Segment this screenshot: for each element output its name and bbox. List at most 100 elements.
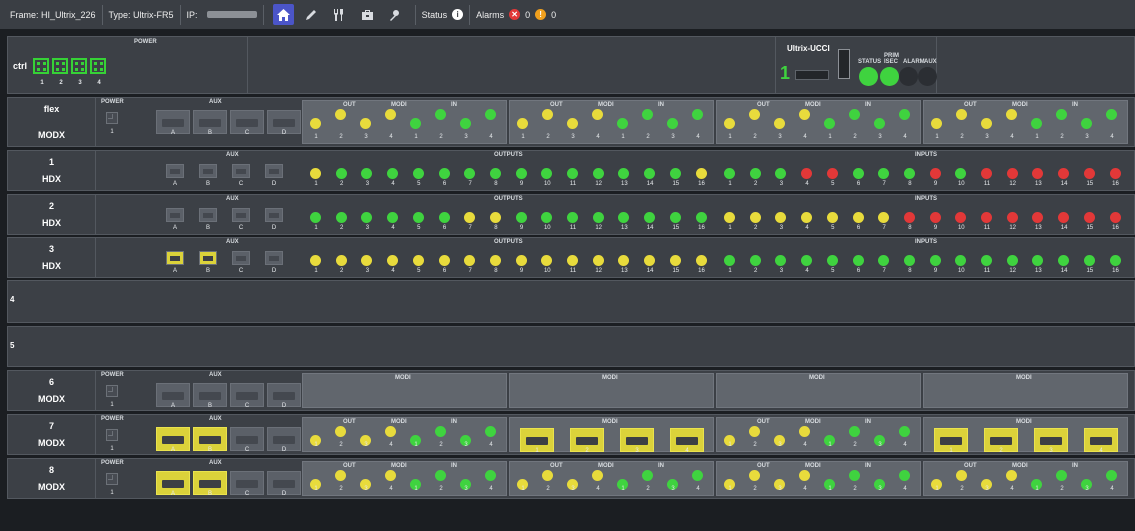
signal-led[interactable]	[1106, 470, 1117, 481]
module-group-4[interactable]: OUT MODI IN 1 2 3 4 1 2 3 4	[923, 100, 1128, 144]
signal-led[interactable]	[360, 118, 371, 129]
warning-alarm-icon[interactable]: !	[535, 9, 547, 20]
signal-led[interactable]	[438, 255, 450, 266]
signal-led[interactable]	[618, 168, 630, 179]
signal-led[interactable]	[515, 168, 527, 179]
signal-led[interactable]	[541, 255, 553, 266]
signal-led[interactable]	[310, 255, 321, 266]
module-group-2[interactable]: OUT MODI IN 1 2 3 4 1 2 3 4	[509, 100, 714, 144]
signal-led[interactable]	[929, 255, 941, 266]
signal-led[interactable]	[724, 212, 735, 223]
signal-led[interactable]	[775, 255, 787, 266]
signal-led[interactable]	[335, 109, 346, 120]
aux-bay-B[interactable]	[199, 208, 217, 222]
signal-led[interactable]	[1081, 118, 1092, 129]
power-indicator[interactable]	[106, 429, 118, 441]
signal-led[interactable]	[387, 255, 399, 266]
aux-bay-D[interactable]	[265, 208, 283, 222]
signal-led[interactable]	[592, 255, 604, 266]
signal-led[interactable]	[618, 212, 630, 223]
aux-bay-D[interactable]	[265, 164, 283, 178]
signal-led[interactable]	[541, 212, 553, 223]
signal-led[interactable]	[849, 470, 860, 481]
signal-led[interactable]	[692, 109, 703, 120]
signal-led[interactable]	[1006, 470, 1017, 481]
signal-led[interactable]	[929, 212, 941, 223]
signal-led[interactable]	[385, 426, 396, 437]
signal-led[interactable]	[489, 255, 501, 266]
signal-led[interactable]	[385, 109, 396, 120]
signal-led[interactable]	[1058, 168, 1070, 179]
signal-led[interactable]	[749, 255, 761, 266]
signal-led[interactable]	[1006, 255, 1018, 266]
module-group-3[interactable]: OUT MODI IN 1 2 3 4 1 2 3 4	[716, 417, 921, 452]
signal-led[interactable]	[899, 470, 910, 481]
signal-led[interactable]	[931, 118, 942, 129]
signal-led[interactable]	[517, 118, 528, 129]
signal-led[interactable]	[1083, 255, 1095, 266]
signal-led[interactable]	[724, 118, 735, 129]
signal-led[interactable]	[799, 470, 810, 481]
signal-led[interactable]	[878, 168, 890, 179]
signal-led[interactable]	[412, 168, 424, 179]
signal-led[interactable]	[955, 212, 967, 223]
power-indicator[interactable]	[106, 385, 118, 397]
signal-led[interactable]	[981, 255, 992, 266]
signal-led[interactable]	[642, 470, 653, 481]
signal-led[interactable]	[335, 168, 347, 179]
signal-led[interactable]	[592, 470, 603, 481]
signal-led[interactable]	[410, 118, 421, 129]
signal-led[interactable]	[826, 168, 838, 179]
signal-led[interactable]	[1083, 212, 1095, 223]
signal-led[interactable]	[592, 109, 603, 120]
signal-led[interactable]	[387, 168, 399, 179]
signal-led[interactable]	[903, 212, 915, 223]
module-group-2[interactable]: OUT MODI IN 1 2 3 4 1 2 3 4	[509, 461, 714, 496]
signal-led[interactable]	[387, 212, 399, 223]
signal-led[interactable]	[874, 118, 885, 129]
signal-led[interactable]	[567, 118, 578, 129]
signal-led[interactable]	[775, 212, 787, 223]
signal-led[interactable]	[310, 118, 321, 129]
signal-led[interactable]	[903, 168, 915, 179]
signal-led[interactable]	[460, 118, 471, 129]
signal-led[interactable]	[799, 109, 810, 120]
signal-led[interactable]	[335, 212, 347, 223]
power-supply-3[interactable]	[71, 58, 87, 74]
module-group-1[interactable]: OUT MODI IN 1 2 3 4 1 2 3 4	[302, 100, 507, 144]
signal-led[interactable]	[724, 255, 735, 266]
aux-bay-B[interactable]	[199, 251, 217, 265]
signal-led[interactable]	[644, 212, 656, 223]
signal-led[interactable]	[849, 109, 860, 120]
module-group-4[interactable]: MODI	[923, 373, 1128, 408]
signal-led[interactable]	[799, 426, 810, 437]
signal-led[interactable]	[749, 168, 761, 179]
signal-led[interactable]	[335, 426, 346, 437]
signal-led[interactable]	[438, 168, 450, 179]
signal-led[interactable]	[826, 212, 838, 223]
aux-bay-C[interactable]	[232, 251, 250, 265]
signal-led[interactable]	[617, 118, 628, 129]
signal-led[interactable]	[541, 168, 553, 179]
signal-led[interactable]	[438, 212, 450, 223]
signal-led[interactable]	[956, 470, 967, 481]
signal-led[interactable]	[489, 212, 501, 223]
signal-led[interactable]	[878, 212, 890, 223]
aux-bay-C[interactable]	[232, 208, 250, 222]
signal-led[interactable]	[464, 168, 476, 179]
power-supply-2[interactable]	[52, 58, 68, 74]
module-group-4[interactable]: OUT MODI IN 1 2 3 4 1 2 3 4	[923, 461, 1128, 496]
signal-led[interactable]	[852, 255, 864, 266]
signal-led[interactable]	[464, 212, 476, 223]
signal-led[interactable]	[464, 255, 476, 266]
tuner-icon[interactable]	[385, 4, 406, 25]
signal-led[interactable]	[515, 255, 527, 266]
ucci-card[interactable]: Ultrix-UCCI 1 STATUS PRIM ISEC ALARM AUX	[775, 37, 937, 93]
wrench-icon[interactable]	[329, 4, 350, 25]
signal-led[interactable]	[567, 212, 578, 223]
signal-led[interactable]	[1032, 212, 1044, 223]
signal-led[interactable]	[852, 212, 864, 223]
signal-led[interactable]	[1006, 109, 1017, 120]
module-group-2[interactable]: MODI 1 2 3 4	[509, 417, 714, 454]
module-group-2[interactable]: MODI	[509, 373, 714, 408]
